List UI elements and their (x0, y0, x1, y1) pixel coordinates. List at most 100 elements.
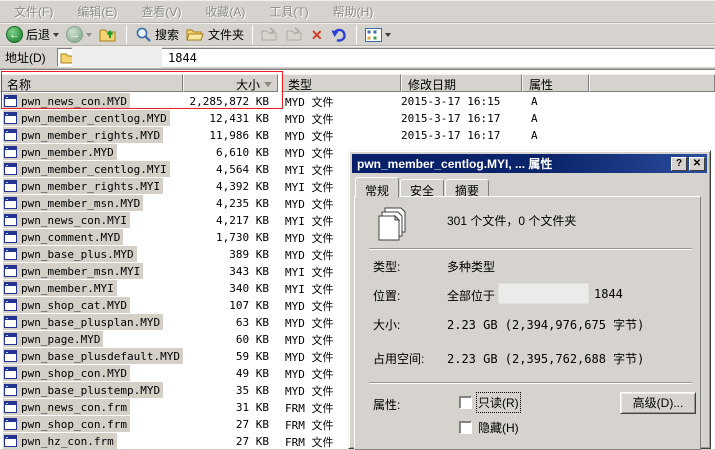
menu-item[interactable]: 帮助(H) (329, 1, 378, 22)
close-button[interactable]: ✕ (689, 157, 705, 171)
file-name-cell[interactable]: pwn_shop_con.MYD (0, 365, 183, 382)
file-name-cell[interactable]: pwn_member_rights.MYD (0, 127, 183, 144)
file-size-cell: 1,730 KB (183, 231, 278, 244)
file-name-cell[interactable]: pwn_news_con.frm (0, 399, 183, 416)
file-name-cell[interactable]: pwn_news_con.MYD (0, 93, 183, 110)
file-name-cell[interactable]: pwn_member_rights.MYI (0, 178, 183, 195)
file-name-cell[interactable]: pwn_base_plus.MYD (0, 246, 183, 263)
back-dropdown-icon[interactable] (53, 33, 59, 37)
file-icon (4, 316, 17, 328)
location-prefix: 全部位于 (447, 287, 495, 304)
sort-desc-icon (264, 82, 272, 87)
file-size-cell: 27 KB (183, 418, 278, 431)
file-size-cell: 340 KB (183, 282, 278, 295)
disk-usage-label: 占用空间: (373, 350, 424, 367)
file-name-cell[interactable]: pwn_member.MYI (0, 280, 183, 297)
toolbar-separator (126, 25, 127, 44)
menu-bar: 文件(F) 编辑(E) 查看(V) 收藏(A) 工具(T) 帮助(H) (0, 0, 715, 23)
readonly-checkbox[interactable] (459, 396, 472, 409)
forward-button[interactable]: → (64, 24, 94, 45)
file-icon (4, 265, 17, 277)
file-size-cell: 12,431 KB (183, 112, 278, 125)
delete-button[interactable]: ✕ (309, 24, 325, 45)
help-button[interactable]: ? (671, 157, 687, 171)
properties-dialog: pwn_member_centlog.MYI, ... 属性 ? ✕ 常规安全摘… (348, 150, 711, 449)
file-icon (4, 197, 17, 209)
search-button[interactable]: 搜索 (133, 24, 181, 45)
readonly-label[interactable]: 只读(R) (478, 394, 519, 411)
file-icon (4, 248, 17, 260)
file-name-cell[interactable]: pwn_news_con.MYI (0, 212, 183, 229)
dialog-tabs: 常规安全摘要 (355, 177, 490, 197)
file-name-cell[interactable]: pwn_page.MYD (0, 331, 183, 348)
undo-icon (330, 27, 348, 43)
column-header-size[interactable]: 大小 (183, 74, 278, 92)
back-icon: ← (6, 26, 23, 43)
file-name-cell[interactable]: pwn_comment.MYD (0, 229, 183, 246)
file-attr-cell: A (522, 129, 589, 142)
views-dropdown-icon[interactable] (385, 33, 391, 37)
type-label: 类型: (373, 258, 400, 275)
file-attr-cell: A (522, 95, 589, 108)
menu-item[interactable]: 收藏(A) (201, 1, 249, 22)
file-name-cell[interactable]: pwn_member_centlog.MYI (0, 161, 183, 178)
table-row[interactable]: pwn_member_rights.MYD 11,986 KB MYD 文件 2… (0, 127, 715, 144)
file-name-cell[interactable]: pwn_member_msn.MYD (0, 195, 183, 212)
file-name-cell[interactable]: pwn_base_plusplan.MYD (0, 314, 183, 331)
copy-to-button (284, 24, 306, 45)
dialog-tab[interactable]: 摘要 (445, 179, 489, 197)
file-size-cell: 4,392 KB (183, 180, 278, 193)
file-size-cell: 4,564 KB (183, 163, 278, 176)
column-header-modified[interactable]: 修改日期 (401, 74, 522, 92)
file-name-cell[interactable]: pwn_member.MYD (0, 144, 183, 161)
file-name-cell[interactable]: pwn_member_centlog.MYD (0, 110, 183, 127)
forward-dropdown-icon[interactable] (86, 33, 92, 37)
help-icon: ? (676, 158, 682, 169)
file-size-cell: 4,235 KB (183, 197, 278, 210)
file-name-cell[interactable]: pwn_base_plusdefault.MYD (0, 348, 183, 365)
file-name-cell[interactable]: pwn_member_msn.MYI (0, 263, 183, 280)
file-name-cell[interactable]: pwn_shop_cat.MYD (0, 297, 183, 314)
column-header-name[interactable]: 名称 (0, 74, 183, 92)
hidden-checkbox[interactable] (459, 421, 472, 434)
toolbar-separator (356, 25, 357, 44)
advanced-button[interactable]: 高级(D)... (620, 392, 696, 414)
dialog-tab[interactable]: 安全 (400, 179, 444, 197)
column-header-attr[interactable]: 属性 (522, 74, 589, 92)
file-type-cell: MYD 文件 (281, 94, 401, 110)
column-header-type[interactable]: 类型 (281, 74, 401, 92)
file-icon (4, 112, 17, 124)
table-row[interactable]: pwn_member_centlog.MYD 12,431 KB MYD 文件 … (0, 110, 715, 127)
dialog-tab[interactable]: 常规 (355, 177, 399, 198)
menu-item[interactable]: 工具(T) (265, 1, 312, 22)
back-button[interactable]: ← 后退 (4, 24, 61, 45)
undo-button[interactable] (328, 24, 350, 45)
file-name-cell[interactable]: pwn_hz_con.frm (0, 433, 183, 450)
file-size-cell: 11,986 KB (183, 129, 278, 142)
file-size-cell: 60 KB (183, 333, 278, 346)
file-size-cell: 389 KB (183, 248, 278, 261)
file-icon (4, 401, 17, 413)
menu-item[interactable]: 查看(V) (137, 1, 185, 22)
menu-item[interactable]: 文件(F) (10, 1, 57, 22)
views-button[interactable] (363, 24, 393, 45)
file-icon (4, 418, 17, 430)
table-row[interactable]: pwn_news_con.MYD 2,285,872 KB MYD 文件 201… (0, 93, 715, 110)
toolbar: ← 后退 → 搜索 文件夹 (0, 23, 715, 46)
file-name-cell[interactable]: pwn_shop_con.frm (0, 416, 183, 433)
hidden-label[interactable]: 隐藏(H) (478, 419, 519, 436)
address-input[interactable]: 1844 (57, 48, 715, 67)
dialog-title: pwn_member_centlog.MYI, ... 属性 (357, 155, 671, 172)
disk-usage-value: 2.23 GB (2,395,762,688 字节) (447, 350, 644, 367)
address-value: 1844 (168, 51, 197, 65)
separator (369, 382, 692, 384)
file-name-cell[interactable]: pwn_base_plustemp.MYD (0, 382, 183, 399)
file-size-cell: 343 KB (183, 265, 278, 278)
file-size-cell: 4,217 KB (183, 214, 278, 227)
move-to-icon (261, 27, 279, 42)
folders-button[interactable]: 文件夹 (184, 24, 246, 45)
menu-item[interactable]: 编辑(E) (73, 1, 121, 22)
up-button[interactable] (97, 24, 120, 45)
dialog-title-bar[interactable]: pwn_member_centlog.MYI, ... 属性 ? ✕ (352, 154, 707, 173)
file-size-cell: 107 KB (183, 299, 278, 312)
